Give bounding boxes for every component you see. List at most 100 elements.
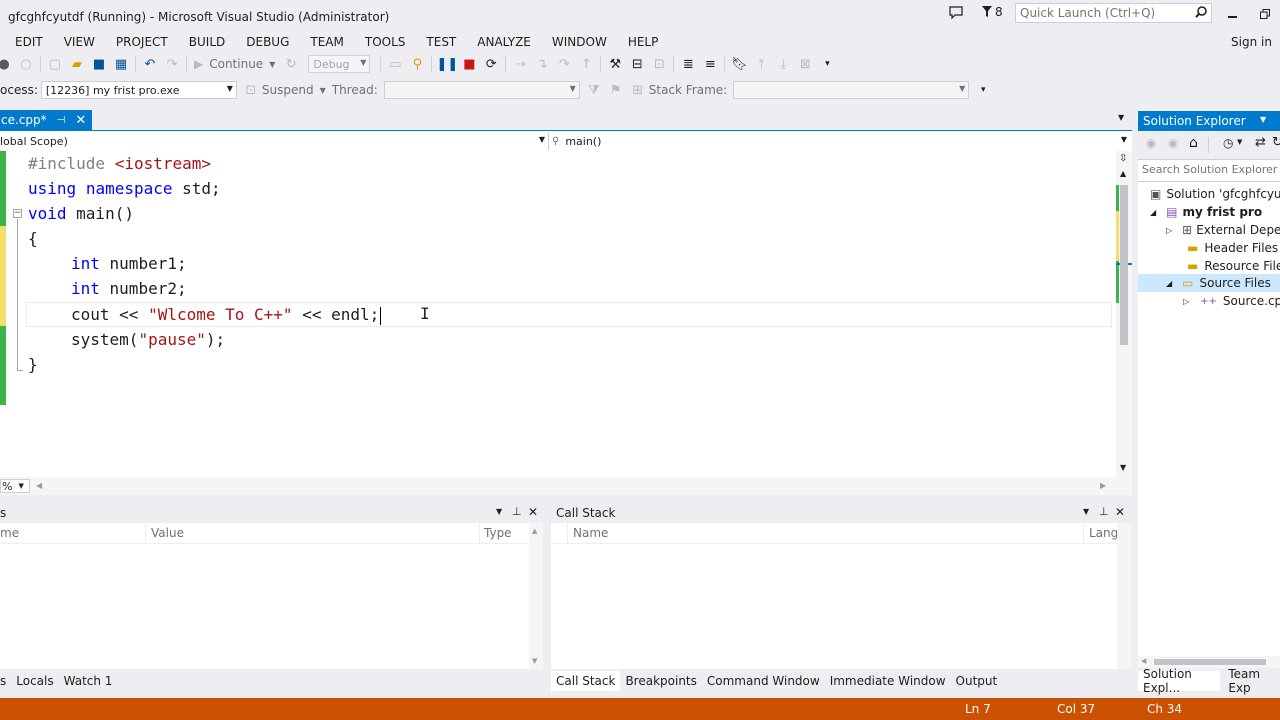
forward-icon[interactable]: ◉ xyxy=(1168,136,1178,150)
column-value[interactable]: Value xyxy=(151,526,184,540)
chevron-down-icon[interactable]: ▼ xyxy=(1083,507,1089,516)
scrollbar-thumb[interactable] xyxy=(1120,185,1128,345)
locals-scrollbar[interactable]: ▲ ▼ xyxy=(529,523,543,669)
chevron-down-icon[interactable]: ▼ xyxy=(496,507,502,516)
tab-autos[interactable]: s xyxy=(0,671,11,691)
restart-icon[interactable]: ⟳ xyxy=(483,56,499,72)
prev-bookmark-icon[interactable]: ⤒ xyxy=(753,56,769,72)
solution-configuration-select[interactable]: Debug ▼ xyxy=(308,55,371,73)
stack-frame-select[interactable]: ▼ xyxy=(733,81,970,99)
navigate-forward-icon[interactable]: ○ xyxy=(18,56,34,72)
menu-tools[interactable]: TOOLS xyxy=(365,35,406,49)
call-stack-scrollbar[interactable] xyxy=(1117,523,1131,669)
navigate-back-icon[interactable]: ● xyxy=(0,56,12,72)
column-language[interactable]: Lang xyxy=(1089,526,1118,540)
solution-explorer-search-input[interactable] xyxy=(1138,160,1280,179)
undo-icon[interactable]: ↶ xyxy=(142,56,158,72)
find-in-files-icon[interactable]: ⚲ xyxy=(409,56,425,72)
feedback-icon[interactable] xyxy=(949,6,963,23)
menu-project[interactable]: PROJECT xyxy=(116,35,168,49)
pause-icon[interactable]: ❚❚ xyxy=(436,56,458,72)
refresh-icon[interactable]: ↻ xyxy=(1272,135,1280,150)
tree-node-source-cpp[interactable]: ▷ ++ Source.cpp xyxy=(1183,292,1280,310)
column-type[interactable]: Type xyxy=(484,526,512,540)
split-icon[interactable]: ⇳ xyxy=(1119,153,1127,164)
next-bookmark-icon[interactable]: ⤓ xyxy=(775,56,791,72)
scroll-down-icon[interactable]: ▼ xyxy=(532,657,537,665)
scroll-up-icon[interactable]: ▲ xyxy=(1120,169,1126,178)
solution-explorer-tree[interactable]: ▣ Solution 'gfcghfcyutd ◢ ▤ my frist pro… xyxy=(1138,182,1280,656)
tab-watch-1[interactable]: Watch 1 xyxy=(59,671,118,691)
new-project-icon[interactable]: ▢ xyxy=(47,56,63,72)
tree-node-external-dependencies[interactable]: ▷ ⊞ External Depen xyxy=(1166,221,1280,239)
editor-vertical-scrollbar[interactable]: ⇳ ▲ ▼ xyxy=(1116,151,1132,477)
history-icon[interactable]: ◷ xyxy=(1223,136,1233,150)
thread-select[interactable]: ▼ xyxy=(383,81,580,99)
scroll-up-icon[interactable]: ▲ xyxy=(532,527,537,535)
tab-solution-explorer[interactable]: Solution Expl... xyxy=(1138,667,1221,695)
menu-window[interactable]: WINDOW xyxy=(552,35,607,49)
close-icon[interactable]: ✕ xyxy=(1115,505,1125,519)
function-dropdown[interactable]: ⚲ main() ▼ xyxy=(552,132,1130,150)
sign-in-link[interactable]: Sign in xyxy=(1231,35,1272,49)
tree-node-project[interactable]: ◢ ▤ my frist pro xyxy=(1150,203,1262,221)
flag-threads-icon[interactable]: ⚑ xyxy=(608,82,624,98)
solution-explorer-search[interactable] xyxy=(1138,159,1280,182)
open-file-icon[interactable]: ▰ xyxy=(69,56,85,72)
refresh-icon[interactable]: ↻ xyxy=(283,56,299,72)
back-icon[interactable]: ◉ xyxy=(1146,136,1156,150)
menu-test[interactable]: TEST xyxy=(426,35,456,49)
step-into-icon[interactable]: ↴ xyxy=(534,56,550,72)
continue-button[interactable]: ▶ Continue ▼ xyxy=(194,57,275,71)
notifications[interactable]: 8 xyxy=(982,5,1003,19)
column-name[interactable]: me xyxy=(0,526,19,540)
editor-horizontal-scrollbar[interactable]: % ▼ ◀ ▶ xyxy=(0,477,1132,495)
tree-node-source-files[interactable]: ◢ ▭ Source Files xyxy=(1138,274,1280,292)
menu-help[interactable]: HELP xyxy=(628,35,659,49)
scroll-right-icon[interactable]: ▶ xyxy=(1100,481,1106,490)
show-next-statement-icon[interactable]: ⇢ xyxy=(512,56,528,72)
step-over-icon[interactable]: ↷ xyxy=(556,56,572,72)
filter-icon[interactable]: ⧩ xyxy=(586,82,602,98)
toolbar-options-icon[interactable]: ▾ xyxy=(975,82,991,98)
menu-analyze[interactable]: ANALYZE xyxy=(477,35,531,49)
pin-icon[interactable]: ⊣ xyxy=(57,115,66,126)
scrollbar-thumb[interactable] xyxy=(1154,659,1266,665)
tab-output[interactable]: Output xyxy=(951,671,1003,691)
restore-button[interactable] xyxy=(1253,5,1277,23)
quick-launch-box[interactable] xyxy=(1015,3,1212,23)
redo-icon[interactable]: ↷ xyxy=(164,56,180,72)
tab-list-dropdown-icon[interactable]: ▼ xyxy=(1118,113,1124,122)
quick-launch-input[interactable] xyxy=(1016,4,1194,22)
tab-team-explorer[interactable]: Team Exp xyxy=(1223,667,1280,695)
tree-node-header-files[interactable]: ▬ Header Files xyxy=(1187,239,1278,257)
tab-source-cpp[interactable]: ce.cpp* ⊣ ✕ xyxy=(0,110,93,130)
scroll-left-icon[interactable]: ◀ xyxy=(1141,657,1146,665)
scroll-down-icon[interactable]: ▼ xyxy=(1120,463,1126,472)
suspend-icon[interactable]: ⊡ xyxy=(243,82,259,98)
column-name[interactable]: Name xyxy=(573,526,608,540)
locals-grid[interactable]: me Value Type ▲ ▼ xyxy=(0,523,543,669)
tree-node-resource-files[interactable]: ▬ Resource Files xyxy=(1187,257,1280,275)
comment-lines-icon[interactable]: ≣ xyxy=(680,56,696,72)
save-icon[interactable]: ■ xyxy=(91,56,107,72)
step-out-icon[interactable]: ↑ xyxy=(578,56,594,72)
chevron-down-icon[interactable]: ▼ xyxy=(1237,138,1242,146)
stop-icon[interactable]: ■ xyxy=(461,56,477,72)
tab-call-stack[interactable]: Call Stack xyxy=(551,671,621,691)
tab-immediate-window[interactable]: Immediate Window xyxy=(825,671,951,691)
tab-breakpoints[interactable]: Breakpoints xyxy=(620,671,701,691)
toggle-icon[interactable]: ⊡ xyxy=(651,56,667,72)
bookmark-icon[interactable]: 🔖︎ xyxy=(731,56,748,72)
menu-edit[interactable]: EDIT xyxy=(15,35,43,49)
close-icon[interactable]: ✕ xyxy=(75,113,86,128)
chevron-down-icon[interactable]: ▼ xyxy=(1260,115,1266,124)
clear-bookmarks-icon[interactable]: ⊠ xyxy=(797,56,813,72)
menu-team[interactable]: TEAM xyxy=(310,35,343,49)
search-icon[interactable] xyxy=(1195,6,1207,21)
pin-icon[interactable]: ⊥ xyxy=(512,505,522,518)
process-select[interactable]: [12236] my frist pro.exe ▼ xyxy=(40,81,237,99)
scope-dropdown[interactable]: lobal Scope) ▼ xyxy=(0,132,549,150)
close-icon[interactable]: ✕ xyxy=(528,505,538,519)
tree-node-solution[interactable]: ▣ Solution 'gfcghfcyutd xyxy=(1150,185,1280,203)
